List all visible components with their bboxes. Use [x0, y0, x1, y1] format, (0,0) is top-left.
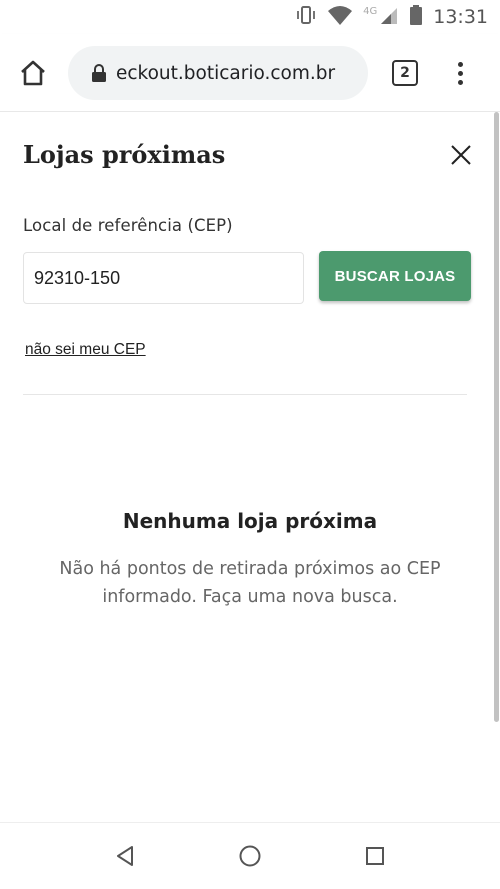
wifi-icon [327, 4, 353, 31]
status-bar: 4G 13:31 [0, 0, 500, 34]
recents-icon [366, 847, 384, 865]
home-circle-icon [239, 845, 261, 867]
tab-count: 2 [400, 65, 410, 81]
recents-button[interactable] [362, 843, 388, 869]
vibrate-icon [295, 4, 317, 31]
close-icon [451, 145, 471, 165]
empty-state-message: Não há pontos de retirada próximos ao CE… [59, 559, 441, 607]
menu-button[interactable] [448, 54, 472, 92]
tabs-button[interactable]: 2 [392, 60, 418, 86]
search-stores-button[interactable]: BUSCAR LOJAS [319, 251, 471, 301]
nearby-stores-panel: Lojas próximas Local de referência (CEP)… [0, 112, 500, 822]
status-icons: 4G 13:31 [295, 4, 488, 30]
close-button[interactable] [446, 140, 476, 170]
browser-toolbar: eckout.boticario.com.br 2 [0, 34, 500, 112]
scrollbar[interactable] [494, 112, 499, 722]
system-nav-bar [0, 822, 500, 889]
status-time: 13:31 [433, 6, 488, 28]
back-button[interactable] [112, 843, 138, 869]
home-nav-button[interactable] [237, 843, 263, 869]
page-title: Lojas próximas [23, 140, 226, 169]
cep-label: Local de referência (CEP) [23, 216, 233, 235]
back-icon [117, 846, 133, 866]
lock-icon [90, 62, 108, 84]
address-bar[interactable]: eckout.boticario.com.br [68, 46, 368, 100]
network-label: 4G [363, 5, 378, 17]
url-text: eckout.boticario.com.br [116, 62, 336, 84]
cep-input[interactable] [23, 252, 304, 304]
empty-state-title: Nenhuma loja próxima [122, 509, 378, 533]
menu-icon [457, 61, 463, 67]
unknown-cep-link[interactable]: não sei meu CEP [25, 341, 146, 359]
battery-icon [409, 4, 423, 31]
home-button[interactable] [14, 54, 52, 92]
signal-icon [379, 5, 399, 30]
divider [23, 394, 467, 395]
home-icon [21, 60, 45, 86]
